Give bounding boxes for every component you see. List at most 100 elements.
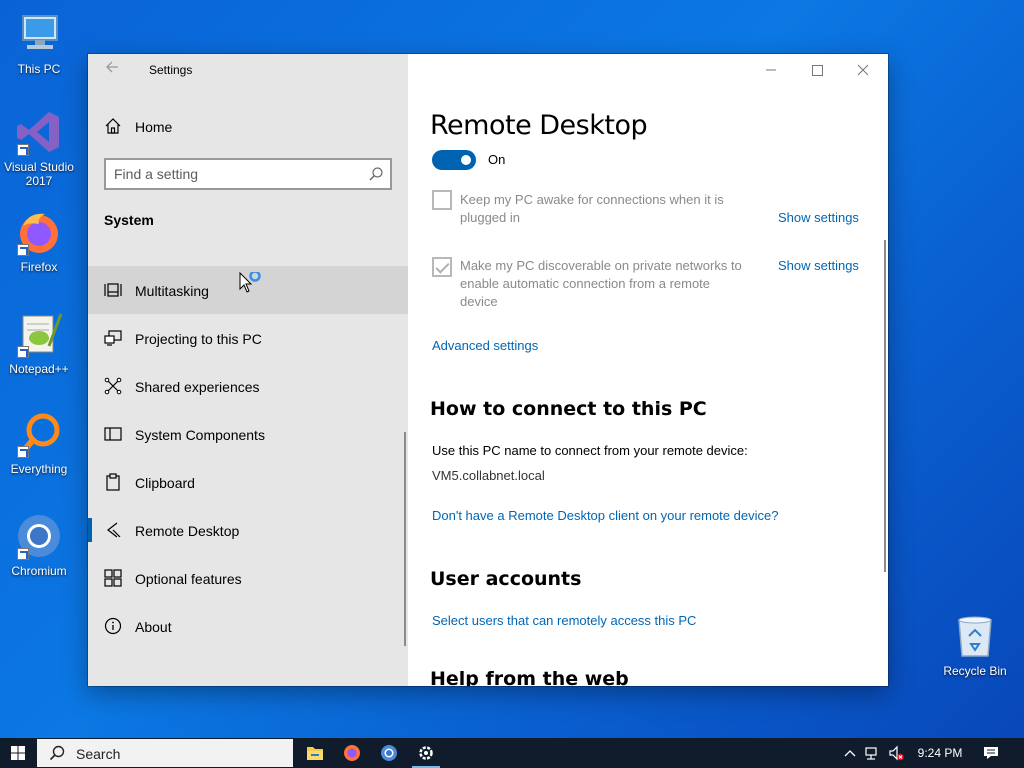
content-scrollbar[interactable] (884, 240, 886, 572)
windows-logo-icon (11, 746, 25, 760)
desktop-icon-label: Visual Studio 2017 (4, 160, 74, 188)
remote-desktop-icon (104, 521, 122, 539)
find-setting-input[interactable] (114, 165, 354, 183)
nav-pane: Settings Home System (88, 54, 408, 686)
desktop-icon-this-pc[interactable]: This PC (0, 10, 78, 76)
sidebar-item-label: System Components (135, 427, 265, 443)
taskbar-clock[interactable]: 9:24 PM (912, 746, 968, 760)
desktop-icon-label: Recycle Bin (943, 664, 1007, 678)
sidebar-item-label: Multitasking (135, 283, 209, 299)
desktop-icon-label: Everything (10, 462, 68, 476)
taskbar-chromium[interactable] (371, 738, 407, 768)
taskbar-search-box[interactable]: Search (37, 739, 293, 767)
desktop-icon-notepadpp[interactable]: Notepad++ (0, 310, 78, 376)
nav-section-heading: System (104, 212, 154, 228)
visual-studio-icon (15, 108, 63, 156)
help-from-web-heading: Help from the web (430, 668, 629, 686)
discoverable-checkbox[interactable] (432, 257, 452, 277)
shortcut-arrow-icon (17, 346, 29, 358)
sidebar-item-system-components[interactable]: System Components (88, 410, 408, 458)
select-users-link[interactable]: Select users that can remotely access th… (432, 613, 696, 628)
firefox-icon (344, 745, 360, 761)
keep-awake-line-1: Keep my PC awake for connections when it… (460, 192, 724, 207)
chromium-icon (15, 512, 63, 560)
search-icon (368, 166, 384, 182)
nav-scrollbar[interactable] (404, 432, 406, 646)
keep-awake-show-settings-link[interactable]: Show settings (778, 210, 859, 225)
taskbar-firefox[interactable] (334, 738, 370, 768)
sidebar-item-label: Projecting to this PC (135, 331, 262, 347)
volume-muted-icon[interactable] (888, 745, 904, 761)
keep-awake-line-2: plugged in (460, 210, 520, 225)
shortcut-arrow-icon (17, 446, 29, 458)
clipboard-icon (104, 473, 122, 491)
desktop-icon-visual-studio[interactable]: Visual Studio 2017 (0, 108, 78, 188)
sidebar-item-label: Optional features (135, 571, 242, 587)
desktop-icon-label: This PC (17, 62, 61, 76)
sidebar-item-shared-experiences[interactable]: Shared experiences (88, 362, 408, 410)
taskbar-file-explorer[interactable] (297, 738, 333, 768)
sidebar-item-label: About (135, 619, 172, 635)
page-title: Remote Desktop (430, 110, 648, 141)
taskbar-settings[interactable] (408, 738, 444, 768)
desktop-icon-recycle-bin[interactable]: Recycle Bin (936, 612, 1014, 678)
discoverable-line-3: device (460, 294, 498, 309)
window-title: Settings (149, 63, 193, 77)
settings-window: Settings Home System (88, 54, 888, 686)
taskbar: Search 9:24 PM (0, 738, 1024, 768)
pc-name-value: VM5.collabnet.local (432, 468, 545, 483)
show-hidden-icons-chevron-icon[interactable] (842, 745, 858, 761)
sidebar-item-remote-desktop[interactable]: Remote Desktop (88, 506, 408, 554)
info-icon (104, 617, 122, 635)
close-button[interactable] (840, 54, 886, 86)
shortcut-arrow-icon (17, 144, 29, 156)
desktop-icon-chromium[interactable]: Chromium (0, 512, 78, 578)
busy-cursor-icon (239, 270, 263, 296)
multitasking-icon (104, 281, 122, 299)
nav-home[interactable]: Home (88, 109, 408, 143)
file-explorer-icon (307, 747, 323, 760)
computer-icon (15, 10, 63, 58)
nav-home-label: Home (135, 119, 173, 135)
remote-client-link[interactable]: Don't have a Remote Desktop client on yo… (432, 508, 778, 523)
keep-awake-checkbox[interactable] (432, 190, 452, 210)
network-icon[interactable] (865, 745, 881, 761)
everything-search-icon (15, 410, 63, 458)
desktop-icon-firefox[interactable]: Firefox (0, 208, 78, 274)
shortcut-arrow-icon (17, 244, 29, 256)
shortcut-arrow-icon (17, 548, 29, 560)
maximize-button[interactable] (794, 54, 840, 86)
remote-desktop-toggle[interactable] (432, 150, 476, 170)
sidebar-item-clipboard[interactable]: Clipboard (88, 458, 408, 506)
sidebar-item-about[interactable]: About (88, 602, 408, 650)
maximize-icon (812, 65, 823, 76)
discoverable-line-2: enable automatic connection from a remot… (460, 276, 711, 291)
sidebar-item-optional-features[interactable]: Optional features (88, 554, 408, 602)
discoverable-show-settings-link[interactable]: Show settings (778, 258, 859, 273)
home-icon (104, 117, 122, 135)
back-button[interactable] (102, 60, 122, 80)
minimize-button[interactable] (748, 54, 794, 86)
taskbar-search-label: Search (76, 746, 121, 762)
shared-experiences-icon (104, 377, 122, 395)
sidebar-item-projecting[interactable]: Projecting to this PC (88, 314, 408, 362)
user-accounts-heading: User accounts (430, 568, 582, 590)
sidebar-item-label: Remote Desktop (135, 523, 240, 539)
content-pane: Remote Desktop On Keep my PC awake for c… (408, 54, 888, 686)
action-center-icon[interactable] (983, 745, 999, 761)
recycle-bin-icon (951, 612, 999, 660)
settings-gear-icon (419, 746, 433, 760)
start-button[interactable] (0, 738, 36, 768)
back-arrow-icon (106, 61, 118, 73)
find-setting-box[interactable] (104, 158, 392, 190)
how-to-connect-heading: How to connect to this PC (430, 398, 707, 420)
desktop-icon-everything[interactable]: Everything (0, 410, 78, 476)
desktop-icon-label: Notepad++ (9, 362, 69, 376)
discoverable-line-1: Make my PC discoverable on private netwo… (460, 258, 742, 273)
optional-features-icon (104, 569, 122, 587)
desktop-icon-label: Firefox (20, 260, 58, 274)
minimize-icon (766, 69, 776, 71)
close-icon (857, 64, 869, 76)
keep-awake-text: Keep my PC awake for connections when it… (460, 191, 760, 227)
advanced-settings-link[interactable]: Advanced settings (432, 338, 538, 353)
